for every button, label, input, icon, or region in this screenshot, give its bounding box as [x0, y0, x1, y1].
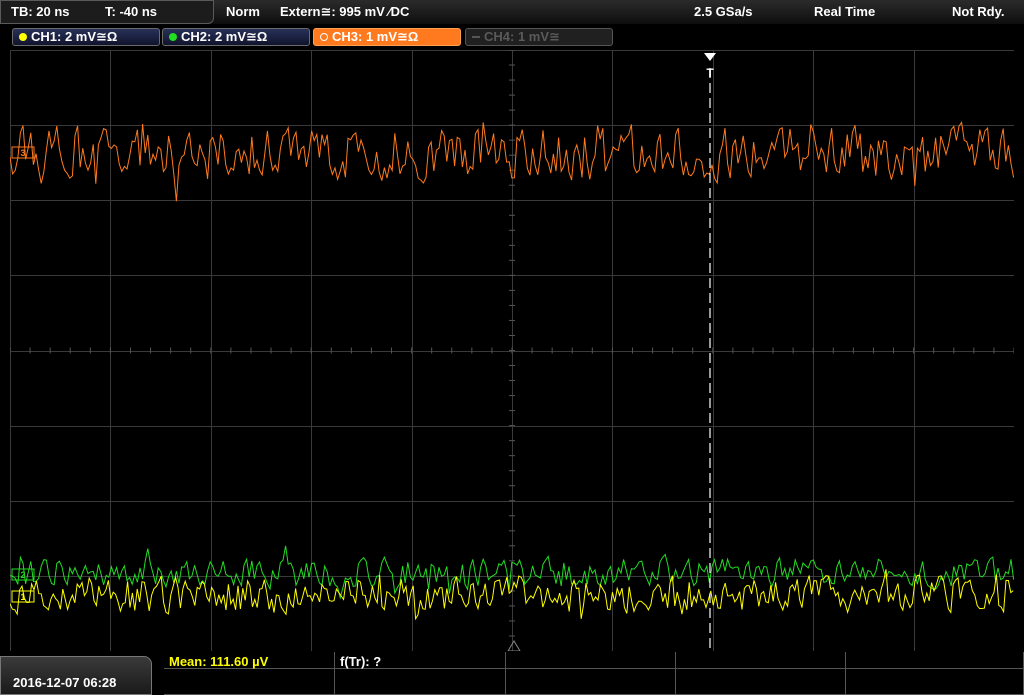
measurement-cell-3[interactable]	[506, 652, 676, 669]
acquisition-status: Not Rdy.	[952, 4, 1005, 19]
datetime-box: 2016-12-07 06:28	[0, 656, 152, 695]
measurement-cell-5[interactable]	[846, 652, 1024, 669]
channel-3-offset-label: 3	[20, 148, 25, 158]
measurement-cell-4[interactable]	[676, 652, 846, 669]
measurement-mean: Mean: 111.60 µV	[169, 654, 269, 669]
channel-1-label: CH1: 2 mV≅Ω	[31, 29, 118, 44]
channel-bar: CH1: 2 mV≅Ω CH2: 2 mV≅Ω CH3: 1 mV≅Ω CH4:…	[0, 24, 1024, 50]
measurement-cell-7[interactable]	[335, 669, 506, 695]
measurement-frequency: f(Tr): ?	[340, 654, 382, 669]
channel-3-label: CH3: 1 mV≅Ω	[332, 29, 419, 44]
measurement-cell-8[interactable]	[506, 669, 676, 695]
channel-2-button[interactable]: CH2: 2 mV≅Ω	[162, 28, 310, 46]
channel-4-button[interactable]: CH4: 1 mV≅	[465, 28, 613, 46]
channel-1-indicator-icon	[19, 33, 27, 41]
acquisition-mode[interactable]: Real Time	[814, 4, 875, 19]
channel-4-label: CH4: 1 mV≅	[484, 29, 560, 44]
channel-1-button[interactable]: CH1: 2 mV≅Ω	[12, 28, 160, 46]
measurement-table: Mean: 111.60 µV f(Tr): ?	[164, 652, 1024, 695]
channel-1-offset-label: 1	[20, 592, 25, 602]
channel-3-indicator-icon	[320, 33, 328, 41]
timebase-box[interactable]: TB: 20 ns T: -40 ns	[0, 0, 214, 24]
measurement-cell-6[interactable]	[164, 669, 335, 695]
trigger-time-readout: T: -40 ns	[105, 4, 158, 19]
scope-screen[interactable]: T 3 2 1	[10, 50, 1014, 651]
channel-2-indicator-icon	[169, 33, 177, 41]
channel-3-button[interactable]: CH3: 1 mV≅Ω	[313, 28, 461, 46]
channel-4-indicator-icon	[472, 36, 480, 38]
timebase-readout: TB: 20 ns	[11, 4, 70, 19]
measurement-cell-9[interactable]	[676, 669, 846, 695]
trigger-mode[interactable]: Norm	[226, 4, 260, 19]
datetime-readout: 2016-12-07 06:28	[13, 675, 117, 690]
status-bar: TB: 20 ns T: -40 ns Norm Extern≅: 995 mV…	[0, 0, 1024, 24]
sample-rate: 2.5 GSa/s	[694, 4, 753, 19]
trigger-source[interactable]: Extern≅: 995 mV ⁄DC	[280, 4, 409, 20]
trigger-marker-label: T	[706, 66, 714, 80]
measurement-cell-10[interactable]	[846, 669, 1024, 695]
channel-2-offset-label: 2	[20, 570, 25, 580]
channel-2-label: CH2: 2 mV≅Ω	[181, 29, 268, 44]
